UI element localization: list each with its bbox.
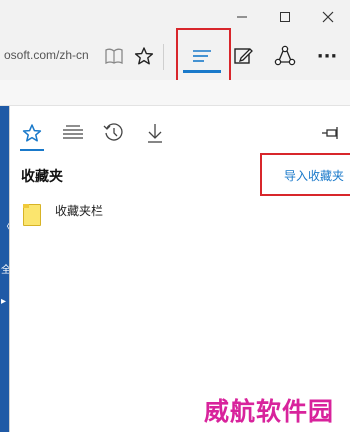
favorite-star-icon	[134, 47, 154, 65]
favorites-tab-underline	[20, 149, 44, 151]
close-icon	[322, 11, 334, 23]
pin-icon	[322, 127, 338, 139]
reading-list-tab[interactable]	[58, 118, 88, 148]
favorites-bar-label: 收藏夹栏	[55, 204, 104, 218]
reading-list-tab-icon	[63, 125, 83, 139]
minimize-button[interactable]	[222, 4, 262, 30]
watermark-text: 威航软件园	[204, 397, 335, 426]
more-button[interactable]: ···	[312, 42, 342, 70]
toolbar-divider	[163, 44, 164, 70]
favorites-bar-item[interactable]: 收藏夹栏	[20, 200, 320, 230]
history-tab[interactable]	[99, 118, 129, 148]
minimize-icon	[237, 16, 247, 18]
title-bar	[0, 0, 350, 34]
maximize-button[interactable]	[265, 4, 305, 30]
maximize-icon	[280, 12, 290, 22]
folder-icon	[23, 204, 41, 226]
share-button[interactable]	[271, 42, 299, 70]
add-favorite-button[interactable]	[130, 42, 158, 70]
downloads-tab[interactable]	[140, 118, 170, 148]
reading-view-icon	[105, 48, 123, 65]
close-button[interactable]	[308, 4, 348, 30]
web-note-button[interactable]	[229, 42, 257, 70]
history-tab-icon	[103, 123, 123, 141]
favorites-heading: 收藏夹	[21, 168, 63, 184]
favorites-tab-icon	[22, 124, 42, 142]
favorites-tab[interactable]	[17, 118, 47, 148]
page-strip	[0, 80, 350, 106]
more-icon: ···	[316, 45, 338, 67]
reading-view-button[interactable]	[100, 42, 128, 70]
share-icon	[274, 45, 296, 66]
address-bar-url[interactable]: osoft.com/zh-cn	[4, 48, 89, 62]
import-link-highlight	[260, 153, 350, 196]
web-note-icon	[234, 48, 253, 64]
downloads-tab-icon	[148, 124, 162, 143]
page-content-edge: 〈 全 ▸	[0, 106, 11, 432]
address-toolbar: osoft.com/zh-cn ···	[0, 34, 350, 80]
pin-hub-button[interactable]	[316, 118, 346, 148]
browser-window: osoft.com/zh-cn ··· 〈 全 ▸ 收藏夹 导入收藏夹 收藏夹栏…	[0, 0, 350, 432]
edge-glyph-3: ▸	[1, 296, 7, 307]
